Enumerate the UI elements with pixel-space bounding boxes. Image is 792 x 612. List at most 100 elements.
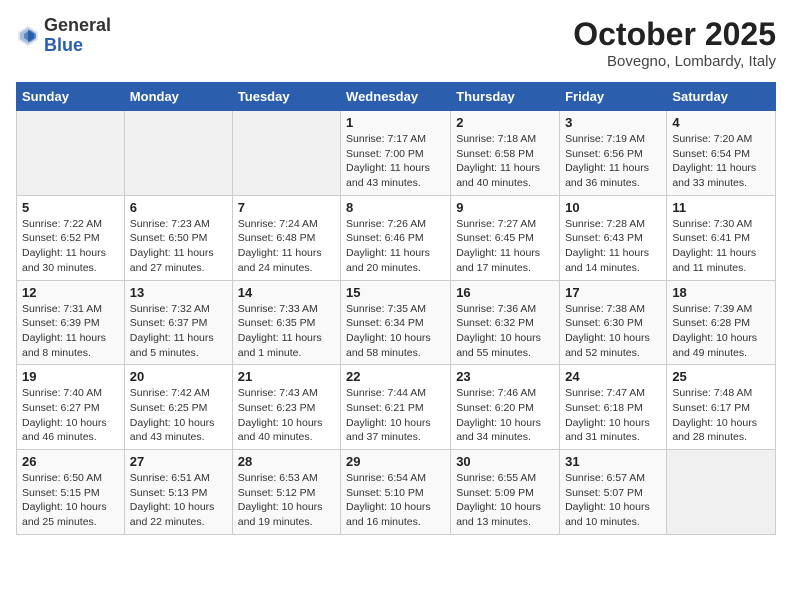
day-number: 22 [346,369,445,384]
day-cell: 10 Sunrise: 7:28 AM Sunset: 6:43 PM Dayli… [560,195,667,280]
day-number: 12 [22,285,119,300]
day-info: Sunrise: 7:44 AM Sunset: 6:21 PM Dayligh… [346,386,445,445]
day-info: Sunrise: 7:20 AM Sunset: 6:54 PM Dayligh… [672,132,770,191]
day-info: Sunrise: 7:18 AM Sunset: 6:58 PM Dayligh… [456,132,554,191]
day-cell: 29Sunrise: 6:54 AM Sunset: 5:10 PM Dayli… [341,450,451,535]
day-cell: 3Sunrise: 7:19 AM Sunset: 6:56 PM Daylig… [560,111,667,196]
day-cell: 23 Sunrise: 7:46 AM Sunset: 6:20 PM Dayli… [451,365,560,450]
column-header-saturday: Saturday [667,83,776,111]
calendar-header-row: SundayMondayTuesdayWednesdayThursdayFrid… [17,83,776,111]
day-cell [667,450,776,535]
day-cell: 16 Sunrise: 7:36 AM Sunset: 6:32 PM Dayli… [451,280,560,365]
day-number: 6 [130,200,227,215]
day-info: Sunrise: 7:31 AM Sunset: 6:39 PM Dayligh… [22,302,119,361]
column-header-sunday: Sunday [17,83,125,111]
day-number: 17 [565,285,661,300]
day-cell: 24Sunrise: 7:47 AM Sunset: 6:18 PM Dayli… [560,365,667,450]
day-number: 16 [456,285,554,300]
day-info: Sunrise: 7:33 AM Sunset: 6:35 PM Dayligh… [238,302,335,361]
logo-text: General Blue [44,16,111,56]
day-cell: 22 Sunrise: 7:44 AM Sunset: 6:21 PM Dayli… [341,365,451,450]
day-cell: 25 Sunrise: 7:48 AM Sunset: 6:17 PM Dayli… [667,365,776,450]
week-row-2: 5Sunrise: 7:22 AM Sunset: 6:52 PM Daylig… [17,195,776,280]
location-title: Bovegno, Lombardy, Italy [573,53,776,70]
day-number: 13 [130,285,227,300]
day-cell: 7Sunrise: 7:24 AM Sunset: 6:48 PM Daylig… [232,195,340,280]
day-cell: 31Sunrise: 6:57 AM Sunset: 5:07 PM Dayli… [560,450,667,535]
day-cell [124,111,232,196]
day-info: Sunrise: 7:39 AM Sunset: 6:28 PM Dayligh… [672,302,770,361]
day-info: Sunrise: 7:26 AM Sunset: 6:46 PM Dayligh… [346,217,445,276]
day-cell: 9 Sunrise: 7:27 AM Sunset: 6:45 PM Daylig… [451,195,560,280]
day-cell: 5Sunrise: 7:22 AM Sunset: 6:52 PM Daylig… [17,195,125,280]
day-cell: 17 Sunrise: 7:38 AM Sunset: 6:30 PM Dayli… [560,280,667,365]
day-info: Sunrise: 7:38 AM Sunset: 6:30 PM Dayligh… [565,302,661,361]
day-info: Sunrise: 7:46 AM Sunset: 6:20 PM Dayligh… [456,386,554,445]
day-info: Sunrise: 6:53 AM Sunset: 5:12 PM Dayligh… [238,471,335,530]
day-number: 4 [672,115,770,130]
day-info: Sunrise: 7:40 AM Sunset: 6:27 PM Dayligh… [22,386,119,445]
day-info: Sunrise: 7:23 AM Sunset: 6:50 PM Dayligh… [130,217,227,276]
day-info: Sunrise: 7:36 AM Sunset: 6:32 PM Dayligh… [456,302,554,361]
day-info: Sunrise: 7:47 AM Sunset: 6:18 PM Dayligh… [565,386,661,445]
day-cell: 28Sunrise: 6:53 AM Sunset: 5:12 PM Dayli… [232,450,340,535]
day-number: 25 [672,369,770,384]
column-header-friday: Friday [560,83,667,111]
title-block: October 2025 Bovegno, Lombardy, Italy [573,16,776,70]
column-header-wednesday: Wednesday [341,83,451,111]
day-info: Sunrise: 6:57 AM Sunset: 5:07 PM Dayligh… [565,471,661,530]
day-number: 10 [565,200,661,215]
logo-icon [16,24,40,48]
day-info: Sunrise: 7:43 AM Sunset: 6:23 PM Dayligh… [238,386,335,445]
day-number: 30 [456,454,554,469]
day-number: 7 [238,200,335,215]
column-header-monday: Monday [124,83,232,111]
day-cell: 8 Sunrise: 7:26 AM Sunset: 6:46 PM Daylig… [341,195,451,280]
day-number: 21 [238,369,335,384]
day-cell: 4 Sunrise: 7:20 AM Sunset: 6:54 PM Daylig… [667,111,776,196]
day-cell: 21 Sunrise: 7:43 AM Sunset: 6:23 PM Dayli… [232,365,340,450]
day-info: Sunrise: 7:19 AM Sunset: 6:56 PM Dayligh… [565,132,661,191]
day-number: 14 [238,285,335,300]
day-cell [232,111,340,196]
day-info: Sunrise: 6:54 AM Sunset: 5:10 PM Dayligh… [346,471,445,530]
day-info: Sunrise: 7:28 AM Sunset: 6:43 PM Dayligh… [565,217,661,276]
day-number: 20 [130,369,227,384]
day-info: Sunrise: 7:32 AM Sunset: 6:37 PM Dayligh… [130,302,227,361]
month-title: October 2025 [573,16,776,53]
day-cell: 2 Sunrise: 7:18 AM Sunset: 6:58 PM Daylig… [451,111,560,196]
week-row-1: 1Sunrise: 7:17 AM Sunset: 7:00 PM Daylig… [17,111,776,196]
day-cell: 19Sunrise: 7:40 AM Sunset: 6:27 PM Dayli… [17,365,125,450]
day-number: 15 [346,285,445,300]
day-number: 18 [672,285,770,300]
day-cell: 11 Sunrise: 7:30 AM Sunset: 6:41 PM Dayli… [667,195,776,280]
day-cell: 13 Sunrise: 7:32 AM Sunset: 6:37 PM Dayli… [124,280,232,365]
logo: General Blue [16,16,111,56]
week-row-4: 19Sunrise: 7:40 AM Sunset: 6:27 PM Dayli… [17,365,776,450]
day-info: Sunrise: 6:50 AM Sunset: 5:15 PM Dayligh… [22,471,119,530]
day-info: Sunrise: 7:35 AM Sunset: 6:34 PM Dayligh… [346,302,445,361]
week-row-5: 26 Sunrise: 6:50 AM Sunset: 5:15 PM Dayli… [17,450,776,535]
day-number: 8 [346,200,445,215]
day-cell: 1Sunrise: 7:17 AM Sunset: 7:00 PM Daylig… [341,111,451,196]
day-number: 26 [22,454,119,469]
day-cell: 18 Sunrise: 7:39 AM Sunset: 6:28 PM Dayli… [667,280,776,365]
day-cell: 20Sunrise: 7:42 AM Sunset: 6:25 PM Dayli… [124,365,232,450]
day-cell: 27 Sunrise: 6:51 AM Sunset: 5:13 PM Dayli… [124,450,232,535]
day-number: 27 [130,454,227,469]
day-cell: 26 Sunrise: 6:50 AM Sunset: 5:15 PM Dayli… [17,450,125,535]
day-info: Sunrise: 6:51 AM Sunset: 5:13 PM Dayligh… [130,471,227,530]
day-number: 11 [672,200,770,215]
week-row-3: 12 Sunrise: 7:31 AM Sunset: 6:39 PM Dayli… [17,280,776,365]
day-info: Sunrise: 7:27 AM Sunset: 6:45 PM Dayligh… [456,217,554,276]
day-cell: 14 Sunrise: 7:33 AM Sunset: 6:35 PM Dayli… [232,280,340,365]
day-cell: 30Sunrise: 6:55 AM Sunset: 5:09 PM Dayli… [451,450,560,535]
day-cell [17,111,125,196]
page-header: General Blue October 2025 Bovegno, Lomba… [16,16,776,70]
day-number: 2 [456,115,554,130]
logo-general: General [44,16,111,36]
day-info: Sunrise: 7:48 AM Sunset: 6:17 PM Dayligh… [672,386,770,445]
day-number: 23 [456,369,554,384]
day-number: 9 [456,200,554,215]
day-info: Sunrise: 7:30 AM Sunset: 6:41 PM Dayligh… [672,217,770,276]
